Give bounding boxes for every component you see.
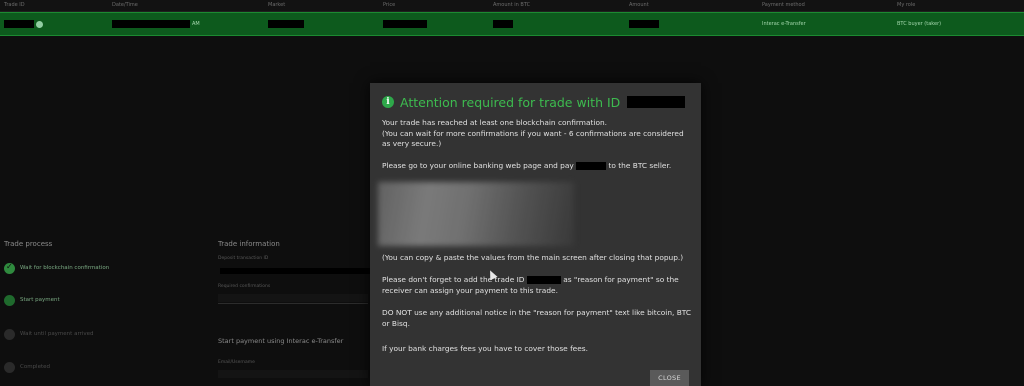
confirmations-field (218, 294, 368, 302)
email-username-label: Email/Username (218, 360, 255, 365)
deposit-tx-label: Deposit transaction ID (218, 256, 269, 261)
confirmation-note: (You can wait for more confirmations if … (382, 128, 684, 149)
redacted-market (268, 20, 304, 28)
trade-information-panel: Trade information Deposit transaction ID… (216, 236, 376, 386)
dialog-paragraph: Your trade has reached at least one bloc… (382, 118, 692, 150)
dialog-paragraph: Please go to your online banking web pag… (382, 161, 692, 172)
redacted-date (112, 20, 190, 28)
redacted-deposit-tx[interactable] (220, 268, 370, 274)
table-row[interactable]: AM Interac e-Transfer BTC buyer (taker) (0, 12, 1024, 36)
role-cell: BTC buyer (taker) (897, 21, 942, 27)
date-suffix: AM (192, 21, 200, 27)
redacted-amount-btc (493, 20, 513, 28)
redacted-trade-id (627, 96, 686, 108)
check-icon: ✓ (4, 262, 15, 274)
confirmation-text: Your trade has reached at least one bloc… (382, 118, 608, 127)
close-button[interactable]: CLOSE (650, 370, 689, 386)
info-icon: i (382, 96, 394, 108)
attention-dialog: i Attention required for trade with ID Y… (370, 83, 701, 386)
column-header-market[interactable]: Market (268, 2, 285, 8)
blurred-payment-details (378, 182, 574, 246)
column-header-amount[interactable]: Amount (629, 2, 649, 8)
dialog-paragraph: Please don't forget to add the trade ID … (382, 275, 692, 296)
step-indicator-icon (4, 329, 15, 340)
fees-notice: If your bank charges fees you have to co… (382, 344, 588, 353)
step-indicator-icon (4, 295, 15, 306)
divider (218, 303, 368, 304)
pay-instruction-end: to the BTC seller. (608, 161, 672, 170)
trade-process-panel: Trade process ✓ Wait for blockchain conf… (0, 236, 200, 386)
copy-paste-note: (You can copy & paste the values from th… (382, 253, 684, 262)
trade-information-title: Trade information (218, 240, 280, 248)
step-label: Completed (20, 364, 50, 370)
do-not-notice: DO NOT use any additional notice in the … (382, 308, 692, 328)
confirmations-label: Required confirmations (218, 284, 271, 289)
column-header-role[interactable]: My role (897, 2, 915, 8)
column-header-date[interactable]: Date/Time (112, 2, 138, 8)
payment-method-cell: Interac e-Transfer (762, 21, 806, 27)
payment-section-title: Start payment using Interac e-Transfer (218, 337, 344, 345)
email-username-field[interactable] (218, 370, 368, 378)
step-label: Wait until payment arrived (20, 331, 94, 337)
step-label: Start payment (20, 297, 60, 303)
dialog-title: i Attention required for trade with ID (382, 93, 686, 111)
redacted-trade-id (526, 276, 561, 284)
reason-instruction-start: Please don't forget to add the trade ID (382, 275, 525, 284)
redacted-trade-id (4, 20, 34, 28)
column-header-trade-id[interactable]: Trade ID (4, 2, 25, 8)
redacted-amount (576, 162, 607, 170)
trades-table-header: Trade ID Date/Time Market Price Amount i… (0, 0, 1024, 12)
column-header-payment-method[interactable]: Payment method (762, 2, 805, 8)
step-label: Wait for blockchain confirmation (20, 265, 110, 271)
pay-instruction-start: Please go to your online banking web pag… (382, 161, 574, 170)
redacted-amount (629, 20, 659, 28)
redacted-price (383, 20, 427, 28)
info-icon[interactable] (36, 21, 43, 28)
step-indicator-icon (4, 362, 15, 373)
trade-process-title: Trade process (4, 240, 53, 248)
column-header-amount-btc[interactable]: Amount in BTC (493, 2, 530, 8)
column-header-price[interactable]: Price (383, 2, 395, 8)
dialog-title-text: Attention required for trade with ID (400, 94, 621, 110)
